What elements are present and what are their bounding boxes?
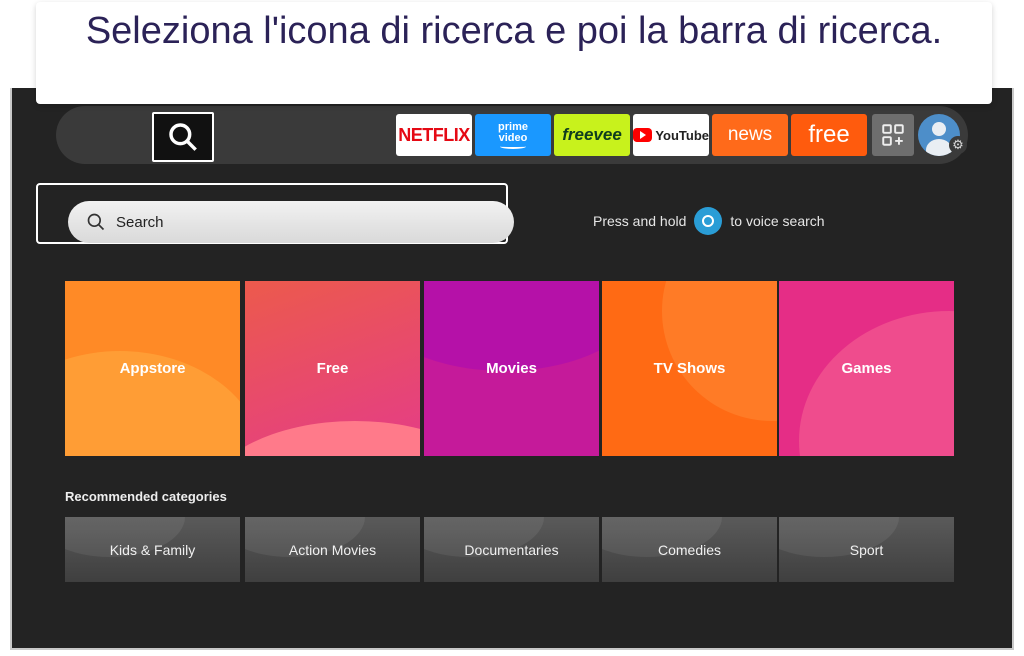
free-label: free (808, 121, 850, 148)
youtube-label: YouTube (655, 127, 709, 143)
prime-label-line1: prime (498, 120, 528, 133)
prime-smile-icon (500, 144, 526, 149)
category-label: Free (316, 360, 349, 377)
free-app-tile[interactable]: free (791, 114, 867, 156)
tile-decoration (424, 281, 599, 371)
category-tv-shows[interactable]: TV Shows (602, 281, 777, 456)
netflix-label: NETFLIX (398, 124, 470, 145)
search-bar[interactable] (68, 201, 514, 243)
voice-search-hint: Press and hold to voice search (593, 206, 825, 236)
recommended-sport[interactable]: Sport (779, 517, 954, 582)
category-games[interactable]: Games (779, 281, 954, 456)
apps-grid-icon (882, 124, 904, 146)
tile-decoration (662, 281, 777, 421)
category-label: TV Shows (653, 360, 726, 377)
recommended-kids-family[interactable]: Kids & Family (65, 517, 240, 582)
recommended-comedies[interactable]: Comedies (602, 517, 777, 582)
avatar-head (932, 122, 946, 136)
recommended-label: Documentaries (464, 541, 559, 558)
all-apps-tile[interactable] (872, 114, 914, 156)
recommended-action-movies[interactable]: Action Movies (245, 517, 420, 582)
settings-gear-icon[interactable]: ⚙ (949, 136, 967, 154)
tile-decoration (799, 311, 954, 456)
category-label: Appstore (119, 360, 186, 377)
news-label: news (727, 124, 773, 145)
alexa-icon (694, 207, 723, 235)
recommended-label: Comedies (657, 541, 722, 558)
news-app-tile[interactable]: news (712, 114, 788, 156)
recommended-categories-heading: Recommended categories (65, 489, 227, 504)
voice-hint-after: to voice search (730, 213, 825, 229)
freevee-label: freevee (562, 125, 622, 144)
avatar-body (926, 139, 952, 156)
nav-search-button[interactable] (152, 112, 214, 162)
category-movies[interactable]: Movies (424, 281, 599, 456)
category-free[interactable]: Free (245, 281, 420, 456)
prime-label-line2: video (498, 131, 528, 144)
search-icon (169, 123, 197, 151)
category-label: Movies (486, 360, 537, 377)
search-input[interactable] (116, 213, 476, 231)
recommended-label: Sport (849, 541, 884, 558)
recommended-documentaries[interactable]: Documentaries (424, 517, 599, 582)
youtube-play-icon (633, 128, 653, 142)
recommended-label: Kids & Family (109, 541, 196, 558)
freevee-app-tile[interactable]: freevee (554, 114, 630, 156)
voice-hint-before: Press and hold (593, 213, 687, 229)
recommended-label: Action Movies (288, 541, 377, 558)
tile-decoration (245, 421, 420, 456)
netflix-app-tile[interactable]: NETFLIX (396, 114, 472, 156)
instruction-caption: Seleziona l'icona di ricerca e poi la ba… (36, 2, 992, 104)
category-label: Games (841, 360, 892, 377)
youtube-app-tile[interactable]: YouTube (633, 114, 709, 156)
category-appstore[interactable]: Appstore (65, 281, 240, 456)
prime-video-app-tile[interactable]: prime video (475, 114, 551, 156)
search-icon (87, 213, 105, 231)
